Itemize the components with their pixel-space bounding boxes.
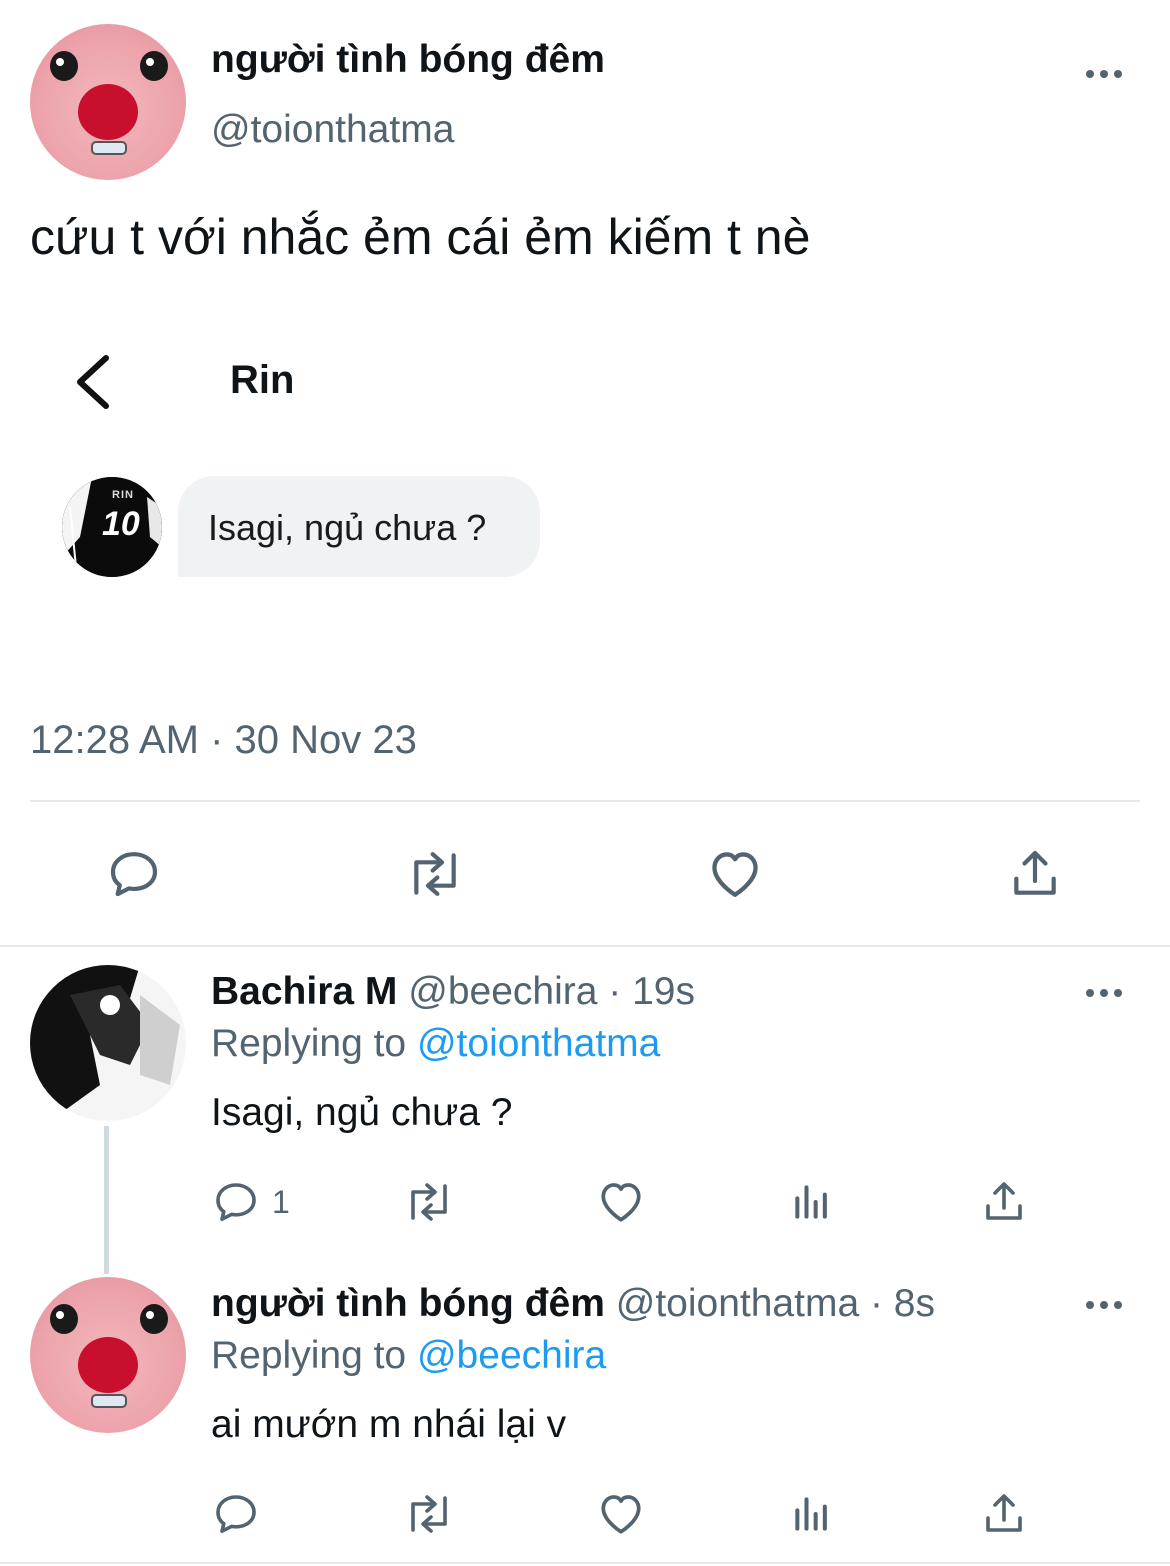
chat-avatar: RIN 10 (62, 477, 162, 577)
replying-to-label: Replying to (211, 1022, 407, 1065)
reply-2-header: người tình bóng đêm @toionthatma · 8s (211, 1282, 935, 1326)
reply-icon[interactable] (106, 846, 162, 902)
tweet-text: cứu t với nhắc ẻm cái ẻm kiếm t nè (30, 209, 811, 265)
chat-message-text: Isagi, ngủ chưa ? (208, 507, 487, 548)
avatar-face (50, 1304, 168, 1408)
tweet-timestamp[interactable]: 12:28 AM · 30 Nov 23 (30, 718, 417, 763)
share-icon[interactable] (1007, 846, 1063, 902)
bottom-divider (0, 1562, 1170, 1564)
more-icon[interactable] (1086, 986, 1126, 998)
retweet-icon[interactable] (401, 846, 469, 902)
reply-2-time[interactable]: · 8s (870, 1282, 935, 1325)
reply-1-display-name[interactable]: Bachira M (211, 970, 397, 1013)
section-divider (0, 945, 1170, 947)
divider (30, 800, 1140, 802)
share-icon[interactable] (980, 1490, 1028, 1538)
like-icon[interactable] (706, 846, 764, 900)
more-icon[interactable] (1086, 67, 1126, 79)
share-icon[interactable] (980, 1178, 1028, 1226)
reply-2-text: ai mướn m nhái lại v (211, 1403, 567, 1446)
reply-count: 1 (272, 1183, 290, 1220)
reply-1-header: Bachira M @beechira · 19s (211, 970, 695, 1014)
views-icon[interactable] (790, 1180, 834, 1224)
chat-contact-name: Rin (230, 358, 295, 402)
reply-icon[interactable]: 1 (212, 1178, 290, 1226)
chat-avatar-badge: 10 (102, 505, 140, 543)
reply-1-text: Isagi, ngủ chưa ? (211, 1091, 513, 1134)
reply-2-handle[interactable]: @toionthatma (616, 1282, 859, 1325)
handle[interactable]: @toionthatma (211, 108, 454, 152)
replying-to-link[interactable]: @beechira (417, 1334, 606, 1377)
replying-to-link[interactable]: @toionthatma (417, 1022, 660, 1065)
reply-1-replying: Replying to @toionthatma (211, 1022, 660, 1066)
like-icon[interactable] (596, 1490, 646, 1536)
views-icon[interactable] (790, 1492, 834, 1536)
avatar-reply-2[interactable] (30, 1277, 186, 1433)
chat-avatar-small-text: RIN (112, 489, 134, 501)
like-icon[interactable] (596, 1178, 646, 1224)
reply-1-time[interactable]: · 19s (608, 970, 695, 1013)
back-chevron-icon (70, 352, 114, 417)
reply-1-handle[interactable]: @beechira (408, 970, 597, 1013)
reply-2-replying: Replying to @beechira (211, 1334, 606, 1378)
more-icon[interactable] (1086, 1298, 1126, 1310)
thread-line (104, 1126, 109, 1274)
avatar-main[interactable] (30, 24, 186, 180)
reply-icon[interactable] (212, 1490, 260, 1538)
avatar-face (50, 51, 168, 155)
replying-to-label: Replying to (211, 1334, 407, 1377)
retweet-icon[interactable] (400, 1490, 458, 1538)
reply-2-display-name[interactable]: người tình bóng đêm (211, 1282, 605, 1325)
retweet-icon[interactable] (400, 1178, 458, 1226)
avatar-reply-1[interactable] (30, 965, 186, 1121)
display-name[interactable]: người tình bóng đêm (211, 38, 605, 82)
